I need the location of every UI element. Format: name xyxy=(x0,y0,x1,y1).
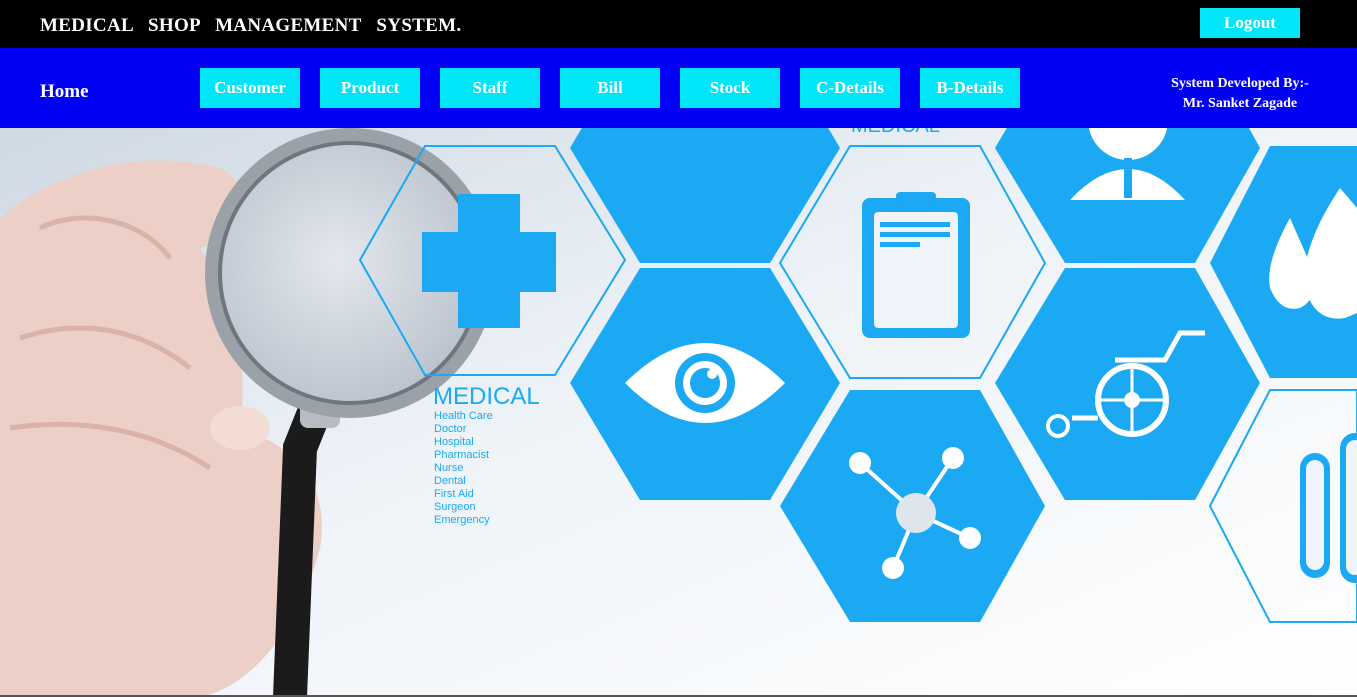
medical-label: MEDICAL xyxy=(433,383,540,410)
medical-term: Nurse xyxy=(434,462,463,474)
app-title: MEDICAL SHOP MANAGEMENT SYSTEM. xyxy=(40,15,462,36)
developer-credit: System Developed By:- Mr. Sanket Zagade xyxy=(1140,74,1340,114)
hero-banner-image: MEDICAL MEDICAL Health Care Doctor Hospi… xyxy=(0,128,1357,697)
nav-c-details-button[interactable]: C-Details xyxy=(800,68,900,108)
medical-top-label: MEDICAL xyxy=(851,128,940,137)
top-bar: MEDICAL SHOP MANAGEMENT SYSTEM. Logout xyxy=(0,0,1357,48)
developer-credit-line2: Mr. Sanket Zagade xyxy=(1182,96,1298,111)
nav-stock-button[interactable]: Stock xyxy=(680,68,780,108)
nav-customer-button[interactable]: Customer xyxy=(200,68,300,108)
medical-term: First Aid xyxy=(434,488,474,500)
clipboard-icon xyxy=(862,192,970,338)
nav-product-button[interactable]: Product xyxy=(320,68,420,108)
medical-term: Emergency xyxy=(434,514,490,526)
developer-credit-line1: System Developed By:- xyxy=(1171,76,1309,91)
nav-b-details-button[interactable]: B-Details xyxy=(920,68,1020,108)
nav-staff-button[interactable]: Staff xyxy=(440,68,540,108)
nav-bar: Home Customer Product Staff Bill Stock C… xyxy=(0,48,1357,128)
medical-term: Hospital xyxy=(434,436,474,448)
medical-term: Health Care xyxy=(434,410,493,422)
medical-term: Surgeon xyxy=(434,501,476,513)
medical-term: Dental xyxy=(434,475,466,487)
logout-button[interactable]: Logout xyxy=(1200,8,1300,38)
medical-term: Pharmacist xyxy=(434,449,489,461)
nav-bill-button[interactable]: Bill xyxy=(560,68,660,108)
medical-term: Doctor xyxy=(434,423,467,435)
nav-home-link[interactable]: Home xyxy=(40,81,89,103)
